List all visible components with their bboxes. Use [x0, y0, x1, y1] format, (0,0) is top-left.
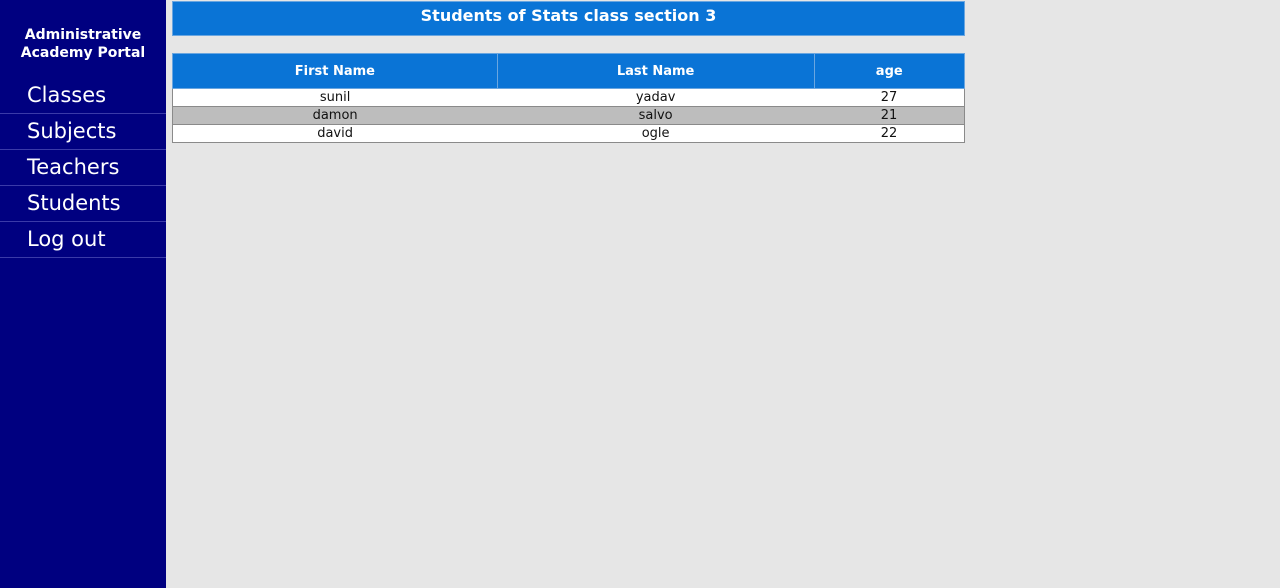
brand-line-1: Administrative: [24, 27, 142, 43]
cell-first-name: sunil: [172, 88, 498, 107]
portal-brand: Administrative Academy Portal: [0, 0, 166, 78]
table-row: david ogle 22: [172, 124, 966, 143]
sidebar-item-classes[interactable]: Classes: [0, 78, 166, 114]
cell-last-name: salvo: [497, 106, 815, 125]
cell-last-name: ogle: [497, 124, 815, 143]
students-table: First Name Last Name age sunil yadav 27 …: [172, 53, 966, 143]
brand-line-2: Academy Portal: [20, 45, 146, 61]
page-title: Students of Stats class section 3: [172, 1, 965, 36]
sidebar-item-subjects[interactable]: Subjects: [0, 114, 166, 150]
sidebar: Administrative Academy Portal Classes Su…: [0, 0, 166, 588]
sidebar-item-teachers[interactable]: Teachers: [0, 150, 166, 186]
table-row: sunil yadav 27: [172, 88, 966, 107]
sidebar-item-students[interactable]: Students: [0, 186, 166, 222]
cell-age: 21: [814, 106, 966, 125]
table-header-row: First Name Last Name age: [172, 53, 966, 89]
cell-first-name: damon: [172, 106, 498, 125]
main-content: Students of Stats class section 3 First …: [172, 1, 966, 143]
header-first-name: First Name: [172, 53, 498, 89]
cell-last-name: yadav: [497, 88, 815, 107]
table-row: damon salvo 21: [172, 106, 966, 125]
sidebar-item-logout[interactable]: Log out: [0, 222, 166, 258]
header-last-name: Last Name: [496, 53, 815, 89]
cell-age: 22: [814, 124, 966, 143]
cell-first-name: david: [172, 124, 498, 143]
sidebar-nav: Classes Subjects Teachers Students Log o…: [0, 78, 166, 258]
cell-age: 27: [814, 88, 966, 107]
header-age: age: [813, 53, 966, 89]
